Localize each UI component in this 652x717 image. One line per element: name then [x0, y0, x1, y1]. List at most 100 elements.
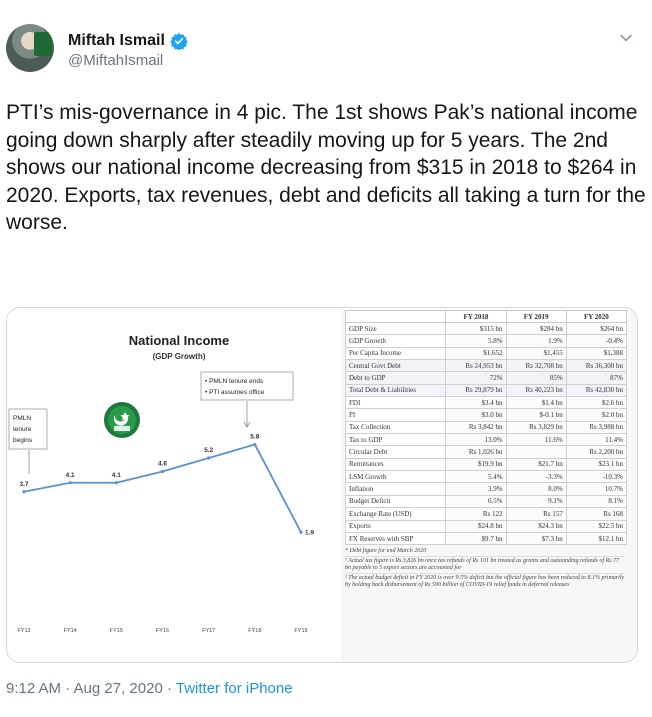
data-label: 4.1: [112, 472, 121, 479]
table-row-label: LSM Growth: [344, 470, 447, 484]
table-row: Tax to GDP 13.0% 11.6% 11.4%: [344, 433, 628, 447]
table-cell: 72%: [445, 371, 507, 385]
x-tick-label: FY16: [156, 628, 169, 634]
table-cell: $1,388: [565, 346, 628, 361]
table-row: Inflation 3.9% 8.0% 10.7%: [344, 482, 628, 496]
tweet-timestamp[interactable]: 9:12 AM · Aug 27, 2020: [6, 680, 163, 697]
table-cell: Rs 157: [505, 507, 567, 521]
table-cell: Rs 24,953 bn: [445, 359, 507, 373]
table-cell: $12.1 bn: [565, 531, 628, 546]
gdp-growth-line: [23, 443, 302, 533]
author-name-row[interactable]: Miftah Ismail: [68, 30, 188, 52]
table-row: Per Capita Income $1,652 $1,455 $1,388: [344, 346, 628, 361]
table-cell: 87%: [565, 371, 628, 385]
tweet-footer: 9:12 AM · Aug 27, 2020 · Twitter for iPh…: [6, 680, 293, 697]
table-cell: 11.4%: [565, 433, 628, 447]
data-point: [114, 481, 118, 485]
table-row-label: Central Govt Debt: [344, 359, 447, 373]
tweet-text: PTI’s mis-governance in 4 pic. The 1st s…: [6, 101, 646, 234]
data-label: 3.7: [19, 481, 28, 488]
table-cell: $3.0 bn: [445, 408, 507, 422]
table-row-label: Circular Debt: [344, 445, 447, 459]
table-row: Circular Debt Rs 1,026 bn Rs 2,200 bn: [344, 445, 628, 459]
table-row-label: Debt to GDP: [344, 371, 447, 385]
table-cell: 10.7%: [565, 482, 628, 496]
table-cell: 1.9%: [505, 334, 567, 348]
data-label: 4.6: [158, 461, 167, 468]
table-cell: $1,652: [445, 346, 507, 361]
table-header-row: FY 2018 FY 2019 FY 2020: [344, 310, 628, 323]
economic-indicators-table-panel[interactable]: FY 2018 FY 2019 FY 2020 GDP Size $315 bn $…: [341, 310, 637, 662]
table-cell: $21.7 bn: [505, 457, 567, 472]
table-row-label: Per Capita Income: [344, 346, 447, 361]
pmln-annotation-line-1: PMLN: [13, 415, 31, 422]
verified-badge-icon: [170, 33, 188, 50]
table-row: GDP Size $315 bn $284 bn $264 bn: [344, 321, 628, 336]
table-header-fy2018: FY 2018: [445, 310, 507, 323]
table-cell: 5.8%: [445, 334, 507, 348]
pmln-logo: [104, 402, 140, 438]
table-row: Exchange Rate (USD) Rs 122 Rs 157 Rs 168: [344, 507, 628, 521]
author-handle[interactable]: @MiftahIsmail: [68, 52, 163, 69]
tweet-source-link[interactable]: Twitter for iPhone: [176, 680, 293, 697]
table-row: Remittances $19.9 bn $21.7 bn $23.1 bn: [344, 457, 628, 472]
table-row-label: Budget Deficit: [344, 494, 447, 509]
table-cell: 13.0%: [445, 433, 507, 447]
table-cell: $24.8 bn: [445, 519, 507, 533]
table-cell: 8.1%: [565, 494, 628, 509]
table-cell: 5.4%: [445, 470, 507, 484]
data-point: [299, 530, 303, 534]
table-cell: Rs 3,842 bn: [445, 420, 507, 435]
data-label: 5.8: [250, 434, 259, 441]
table-row-label: FX Reserves with SBP: [344, 531, 447, 546]
table-row: PI $3.0 bn $-0.1 bn $2.0 bn: [344, 408, 628, 422]
table-cell: Rs 36,300 bn: [565, 359, 628, 373]
table-body: GDP Size $315 bn $284 bn $264 bn GDP Growth 5…: [344, 321, 628, 546]
table-cell: 11.6%: [505, 433, 567, 447]
table-row-label: Inflation: [344, 482, 447, 496]
author-name[interactable]: Miftah Ismail: [68, 32, 165, 50]
data-label: 4.1: [66, 472, 75, 479]
table-cell: Rs 29,879 bn: [445, 383, 507, 398]
table-cell: $7.3 bn: [505, 531, 567, 546]
x-tick-label: FY18: [248, 628, 261, 634]
table-cell: Rs 42,830 bn: [565, 383, 628, 398]
table-cell: Rs 122: [445, 507, 507, 521]
chevron-down-icon[interactable]: [618, 30, 634, 46]
table-cell: -0.4%: [565, 334, 628, 348]
table-cell: $22.5 bn: [565, 519, 628, 533]
data-point: [22, 490, 26, 494]
table-row: LSM Growth 5.4% -3.3% -10.3%: [344, 470, 628, 484]
table-cell: -10.3%: [565, 470, 628, 484]
chart-title: National Income: [129, 333, 229, 348]
table-row: Budget Deficit 6.5% 9.1% 8.1%: [344, 494, 628, 509]
table-cell: $19.9 bn: [445, 457, 507, 472]
table-cell: -3.3%: [505, 470, 567, 484]
table-row: FX Reserves with SBP $9.7 bn $7.3 bn $12.1 …: [344, 531, 628, 546]
table-cell: $3.4 bn: [445, 396, 507, 410]
table-cell: $284 bn: [505, 321, 567, 336]
table-cell: Rs 168: [565, 507, 628, 521]
x-tick-label: FY17: [202, 628, 215, 634]
economic-indicators-table: FY 2018 FY 2019 FY 2020 GDP Size $315 bn $…: [344, 310, 628, 546]
table-cell: $2.0 bn: [565, 408, 628, 422]
chart-subtitle: (GDP Growth): [153, 352, 206, 361]
data-label: 5.2: [204, 447, 213, 454]
avatar[interactable]: [6, 24, 54, 72]
tweet-media[interactable]: National Income (GDP Growth) • PMLN tenu…: [6, 307, 638, 663]
table-cell: $24.3 bn: [505, 519, 567, 533]
table-row: GDP Growth 5.8% 1.9% -0.4%: [344, 334, 628, 348]
table-row: FDI $3.4 bn $1.4 bn $2.6 bn: [344, 396, 628, 410]
data-point: [253, 442, 257, 447]
table-cell: $-0.1 bn: [505, 408, 567, 422]
pmln-annotation-line-2: tenure: [13, 426, 32, 433]
table-row: Central Govt Debt Rs 24,953 bn Rs 32,708 b…: [344, 359, 628, 373]
data-point: [68, 481, 72, 485]
table-cell: [505, 445, 567, 459]
table-row-label: Tax Collection: [344, 420, 447, 435]
national-income-chart[interactable]: National Income (GDP Growth) • PMLN tenu…: [7, 308, 337, 662]
x-tick-label: FY14: [64, 628, 77, 634]
table-cell: 6.5%: [445, 494, 507, 509]
table-row: Tax Collection Rs 3,842 bn Rs 3,829 bn Rs 3…: [344, 420, 628, 435]
table-cell: Rs 3,988 bn: [565, 420, 628, 435]
